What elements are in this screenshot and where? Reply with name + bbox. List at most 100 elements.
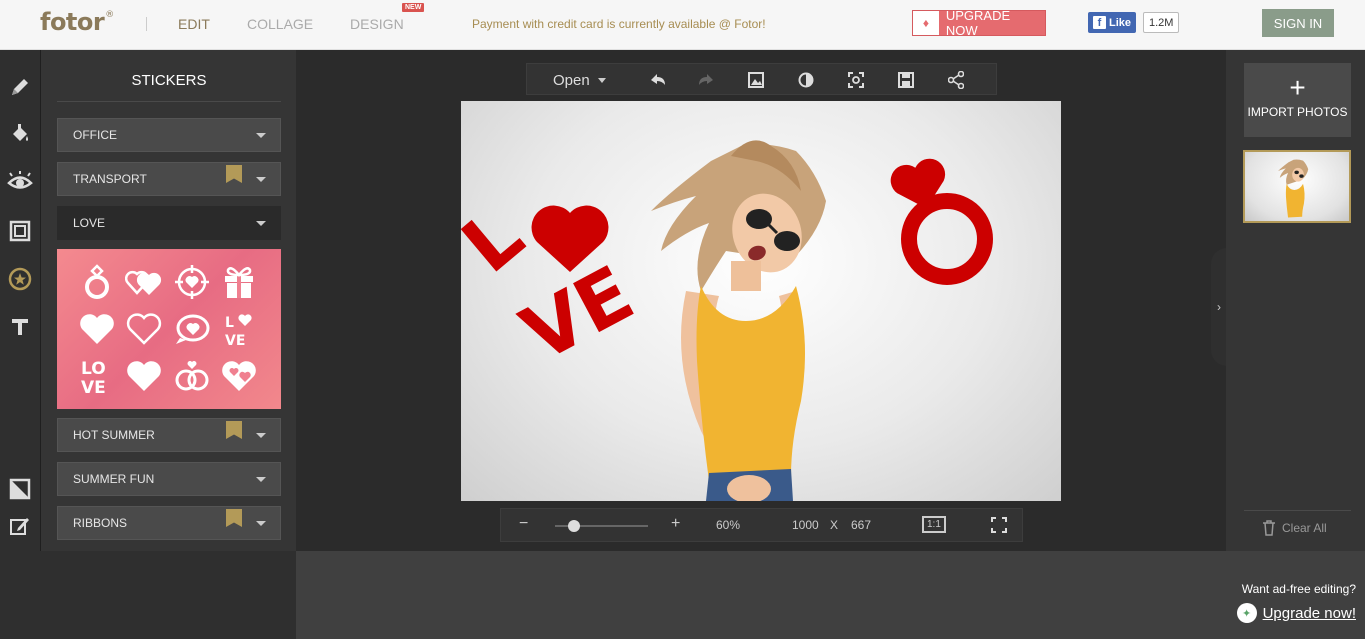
paint-bucket-icon[interactable]: [7, 121, 33, 147]
facebook-like-button[interactable]: f Like: [1088, 12, 1137, 33]
zoom-slider-handle[interactable]: [567, 520, 580, 532]
sign-in-button[interactable]: SIGN IN: [1262, 9, 1334, 37]
sticker-love-text-letters: VE: [225, 333, 245, 347]
import-photos-label: IMPORT PHOTOS: [1247, 105, 1348, 119]
zoom-out-button[interactable]: −: [519, 515, 528, 533]
image-height: 667: [851, 518, 872, 532]
category-hot-summer[interactable]: HOT SUMMER: [57, 418, 281, 452]
photos-panel: + IMPORT PHOTOS Clear All: [1226, 50, 1365, 551]
woman-photo: L VE: [461, 140, 993, 501]
fotor-logo[interactable]: fotor®: [40, 8, 114, 36]
clear-all-label: Clear All: [1282, 521, 1327, 535]
crop-half-icon[interactable]: [7, 476, 33, 502]
sticker-gift[interactable]: [219, 262, 259, 302]
fullscreen-icon[interactable]: [991, 517, 1007, 536]
sticker-speech-heart[interactable]: [172, 309, 212, 349]
zoom-in-button[interactable]: +: [671, 515, 680, 533]
love-sticker-grid: L VE LO VE: [57, 249, 281, 409]
category-label: HOT SUMMER: [73, 428, 155, 442]
import-photos-button[interactable]: + IMPORT PHOTOS: [1244, 63, 1351, 137]
image-width: 1000: [792, 518, 819, 532]
edit-square-icon[interactable]: [7, 513, 33, 539]
canvas-toolbar: Open: [526, 63, 997, 95]
chevron-down-icon: [256, 477, 266, 482]
contrast-icon[interactable]: [795, 70, 817, 90]
svg-text:L: L: [225, 315, 234, 331]
love-sticker-letter-l: L: [461, 190, 540, 289]
text-icon[interactable]: [7, 314, 33, 340]
love-text-sticker[interactable]: L VE: [461, 190, 647, 378]
ad-strip: [296, 551, 1365, 639]
photo-thumbnail[interactable]: [1243, 150, 1351, 223]
photo-canvas[interactable]: L VE: [461, 101, 1061, 501]
diamond-icon: ♦: [913, 11, 939, 35]
bottom-left-area: [0, 551, 296, 639]
sticker-love-stacked[interactable]: LO VE: [77, 356, 117, 396]
collapse-panel-tab[interactable]: ›: [1211, 248, 1227, 366]
open-menu-button[interactable]: Open: [553, 70, 606, 90]
category-transport[interactable]: TRANSPORT: [57, 162, 281, 196]
svg-text:LO: LO: [81, 359, 106, 379]
frame-icon[interactable]: [7, 218, 33, 244]
left-tool-strip: [0, 50, 41, 551]
sticker-rings[interactable]: [172, 356, 212, 396]
chevron-down-icon: [256, 133, 266, 138]
sticker-icon[interactable]: [7, 266, 33, 292]
category-label: LOVE: [73, 216, 106, 230]
divider: [57, 101, 281, 102]
focus-icon[interactable]: [845, 70, 867, 90]
category-label: OFFICE: [73, 128, 117, 142]
promo-text: Payment with credit card is currently av…: [472, 17, 766, 31]
chevron-down-icon: [256, 221, 266, 226]
sticker-heart-solid[interactable]: [77, 309, 117, 349]
sticker-love-text[interactable]: L VE: [219, 309, 259, 349]
upgrade-now-link-label: Upgrade now!: [1262, 604, 1356, 622]
sticker-heart-solid-2[interactable]: [124, 356, 164, 396]
category-ribbons[interactable]: RIBBONS: [57, 506, 281, 540]
ad-free-question: Want ad-free editing?: [1241, 582, 1356, 596]
svg-text:VE: VE: [81, 378, 106, 396]
upgrade-now-link[interactable]: ✦ Upgrade now!: [1236, 603, 1356, 623]
premium-ribbon-icon: [226, 421, 242, 439]
facebook-icon: f: [1093, 16, 1106, 29]
chevron-down-icon: [256, 177, 266, 182]
ring-sticker[interactable]: [887, 155, 993, 285]
sticker-heart-outline[interactable]: [124, 309, 164, 349]
category-summer-fun[interactable]: SUMMER FUN: [57, 462, 281, 496]
premium-ribbon-icon: [226, 165, 242, 183]
image-icon[interactable]: [745, 70, 767, 90]
nav-edit[interactable]: EDIT: [178, 16, 210, 32]
plus-icon: +: [1289, 72, 1306, 103]
share-icon[interactable]: [945, 70, 967, 90]
category-office[interactable]: OFFICE: [57, 118, 281, 152]
divider: [146, 17, 147, 31]
chevron-down-icon: [256, 521, 266, 526]
chevron-down-icon: [597, 77, 606, 83]
clear-all-button[interactable]: Clear All: [1262, 520, 1327, 536]
stickers-title: STICKERS: [131, 72, 207, 89]
redo-icon[interactable]: [695, 70, 717, 90]
divider: [1244, 510, 1351, 511]
facebook-like-count: 1.2M: [1143, 12, 1180, 33]
zoom-percentage: 60%: [716, 518, 741, 532]
upgrade-now-button[interactable]: ♦ UPGRADE NOW: [912, 8, 1046, 38]
zoom-toolbar: − + 60% 1000 X 667 1:1: [500, 508, 1023, 542]
leaf-icon: ✦: [1236, 603, 1257, 623]
nav-collage[interactable]: COLLAGE: [247, 16, 313, 32]
sticker-ring[interactable]: [77, 262, 117, 302]
sticker-double-heart[interactable]: [124, 262, 164, 302]
stickers-panel: STICKERS OFFICE TRANSPORT LOVE L VE LO V…: [41, 50, 296, 551]
thumbnail-image: [1278, 159, 1309, 218]
chevron-down-icon: [256, 433, 266, 438]
nav-design[interactable]: DESIGN: [350, 16, 404, 32]
save-icon[interactable]: [895, 70, 917, 90]
actual-size-button[interactable]: 1:1: [922, 516, 946, 533]
sticker-heart-pattern[interactable]: [219, 356, 259, 396]
pencil-icon[interactable]: [7, 74, 33, 100]
category-love[interactable]: LOVE: [57, 206, 281, 240]
premium-ribbon-icon: [226, 509, 242, 527]
upgrade-now-label: UPGRADE NOW: [945, 8, 1011, 38]
undo-icon[interactable]: [647, 70, 669, 90]
eye-icon[interactable]: [7, 168, 33, 194]
sticker-target-heart[interactable]: [172, 262, 212, 302]
